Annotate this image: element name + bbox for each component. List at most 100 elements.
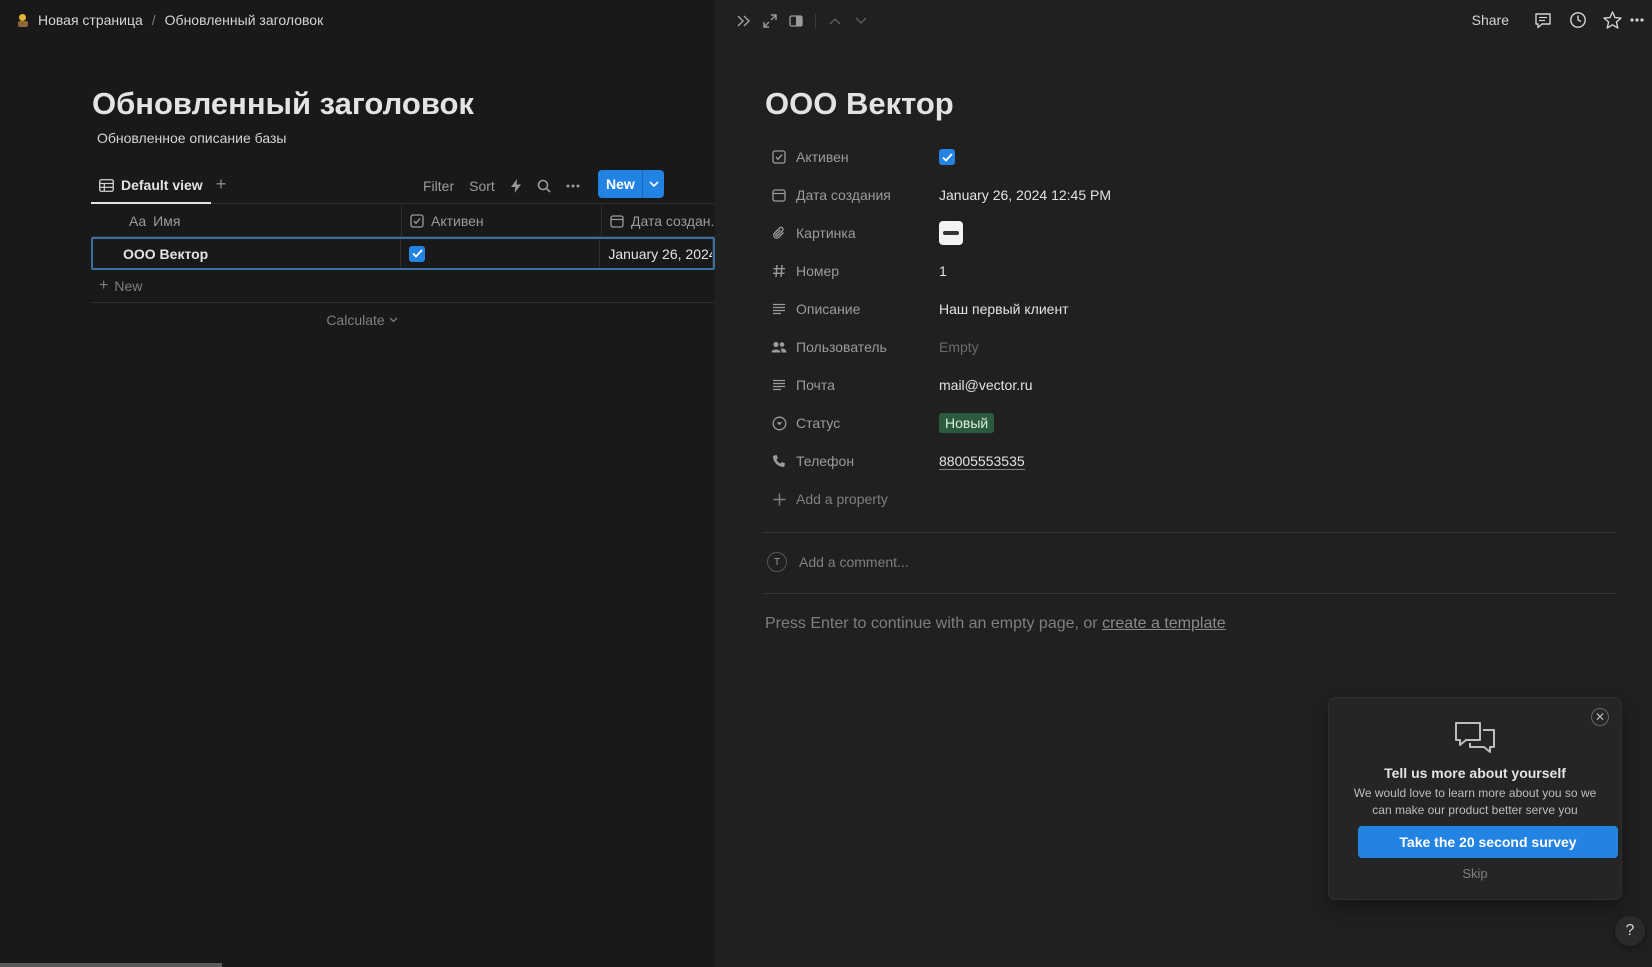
- breadcrumb-item-parent[interactable]: Новая страница: [38, 12, 143, 28]
- property-key[interactable]: Пользователь: [765, 339, 939, 355]
- property-list: Активен Дата создания January 26, 2024 1…: [765, 138, 1635, 518]
- chat-bubbles-icon: [1453, 720, 1497, 761]
- status-icon: [771, 415, 787, 431]
- property-row-phone: Телефон 88005553535: [765, 442, 1635, 480]
- table-header: Aa Имя Активен Дата создан...: [91, 205, 715, 237]
- checked-checkbox[interactable]: [939, 149, 955, 165]
- hash-icon: [771, 263, 787, 279]
- property-key[interactable]: Номер: [765, 263, 939, 279]
- tab-default-view-label: Default view: [121, 177, 203, 193]
- new-button-group: New: [598, 170, 664, 198]
- history-clock-icon[interactable]: [1560, 8, 1595, 32]
- search-icon[interactable]: [537, 179, 551, 193]
- property-value-image[interactable]: [939, 221, 963, 245]
- expand-icon[interactable]: [757, 10, 783, 32]
- property-key-label: Телефон: [796, 453, 855, 469]
- breadcrumb-item-current[interactable]: Обновленный заголовок: [165, 12, 324, 28]
- property-key[interactable]: Телефон: [765, 453, 939, 469]
- survey-title: Tell us more about yourself: [1384, 765, 1566, 781]
- column-header-created[interactable]: Дата создан...: [602, 205, 715, 236]
- property-key[interactable]: Описание: [765, 301, 939, 317]
- help-button[interactable]: ?: [1615, 916, 1645, 946]
- property-value-email[interactable]: mail@vector.ru: [939, 377, 1033, 393]
- image-thumbnail[interactable]: [939, 221, 963, 245]
- property-value-number[interactable]: 1: [939, 263, 947, 279]
- create-template-link[interactable]: create a template: [1102, 615, 1226, 632]
- horizontal-scrollbar[interactable]: [0, 963, 222, 967]
- status-badge[interactable]: Новый: [939, 413, 995, 433]
- empty-page-hint: Press Enter to continue with an empty pa…: [765, 615, 1226, 633]
- add-view-button[interactable]: +: [211, 174, 231, 195]
- comment-icon[interactable]: [1525, 8, 1560, 32]
- comment-input[interactable]: Add a comment...: [799, 554, 909, 570]
- property-key-label: Номер: [796, 263, 840, 279]
- comment-composer[interactable]: T Add a comment...: [765, 552, 909, 572]
- close-icon[interactable]: ✕: [1591, 708, 1609, 726]
- cell-active[interactable]: [401, 239, 601, 268]
- page-emoji-icon: [16, 12, 30, 28]
- add-row-button[interactable]: + New: [91, 270, 715, 303]
- property-value-phone[interactable]: 88005553535: [939, 453, 1025, 470]
- survey-body: We would love to learn more about you so…: [1353, 786, 1597, 817]
- skip-button[interactable]: Skip: [1329, 866, 1621, 881]
- database-title[interactable]: Обновленный заголовок: [92, 86, 474, 122]
- add-row-label: New: [114, 278, 143, 294]
- divider: [763, 532, 1616, 533]
- property-key[interactable]: Картинка: [765, 225, 939, 241]
- column-header-name[interactable]: Aa Имя: [91, 205, 402, 236]
- more-options-icon[interactable]: [1630, 8, 1652, 32]
- column-header-active[interactable]: Активен: [402, 205, 602, 236]
- cell-name[interactable]: ООО Вектор: [93, 239, 402, 268]
- automation-lightning-icon[interactable]: [510, 179, 522, 193]
- close-peek-icon[interactable]: [731, 10, 757, 32]
- chevron-up-icon[interactable]: [822, 10, 848, 32]
- take-survey-button[interactable]: Take the 20 second survey: [1358, 826, 1618, 858]
- cell-created[interactable]: January 26, 2024: [600, 239, 713, 268]
- property-key-label: Пользователь: [796, 339, 887, 355]
- sort-button[interactable]: Sort: [469, 178, 495, 194]
- database-pane: Новая страница / Обновленный заголовок О…: [0, 0, 715, 967]
- property-row-created: Дата создания January 26, 2024 12:45 PM: [765, 176, 1635, 214]
- property-row-number: Номер 1: [765, 252, 1635, 290]
- property-value-user[interactable]: Empty: [939, 339, 979, 355]
- property-value-status[interactable]: Новый: [939, 413, 995, 433]
- plus-icon: +: [99, 277, 109, 294]
- database-description[interactable]: Обновленное описание базы: [97, 130, 286, 146]
- column-header-label: Активен: [431, 212, 484, 229]
- peek-toolbar: [731, 10, 874, 32]
- chevron-down-icon[interactable]: [848, 10, 874, 32]
- phone-link[interactable]: 88005553535: [939, 453, 1025, 470]
- property-value-description[interactable]: Наш первый клиент: [939, 301, 1069, 317]
- table-row[interactable]: ООО Вектор January 26, 2024: [91, 237, 715, 270]
- phone-icon: [771, 453, 787, 469]
- view-bar: Default view + Filter Sort New: [91, 168, 715, 204]
- tab-default-view[interactable]: Default view: [91, 168, 211, 204]
- more-options-icon[interactable]: [566, 184, 580, 188]
- calendar-icon: [610, 214, 624, 228]
- property-key[interactable]: Активен: [765, 149, 939, 165]
- database-table: Aa Имя Активен Дата создан... ООО Вектор: [91, 205, 715, 337]
- toolbar-divider: [815, 14, 816, 28]
- property-key-label: Активен: [796, 149, 849, 165]
- property-value-created[interactable]: January 26, 2024 12:45 PM: [939, 187, 1111, 203]
- property-key[interactable]: Статус: [765, 415, 939, 431]
- property-key[interactable]: Дата создания: [765, 187, 939, 203]
- side-peek-icon[interactable]: [783, 10, 809, 32]
- checked-checkbox[interactable]: [409, 245, 426, 262]
- filter-button[interactable]: Filter: [423, 178, 454, 194]
- new-dropdown-button[interactable]: [642, 170, 664, 198]
- people-icon: [771, 339, 787, 355]
- favorite-star-icon[interactable]: [1595, 8, 1630, 32]
- breadcrumb-separator: /: [151, 12, 156, 28]
- add-property-button[interactable]: Add a property: [765, 480, 1635, 518]
- share-button[interactable]: Share: [1472, 12, 1509, 28]
- calculate-button[interactable]: Calculate: [91, 303, 633, 337]
- property-row-user: Пользователь Empty: [765, 328, 1635, 366]
- checkbox-icon: [410, 213, 424, 228]
- text-type-icon: Aa: [129, 212, 147, 229]
- property-value-active[interactable]: [939, 149, 955, 165]
- record-title[interactable]: ООО Вектор: [765, 86, 954, 122]
- check-icon: [411, 249, 423, 258]
- new-button[interactable]: New: [598, 170, 642, 198]
- property-key[interactable]: Почта: [765, 377, 939, 393]
